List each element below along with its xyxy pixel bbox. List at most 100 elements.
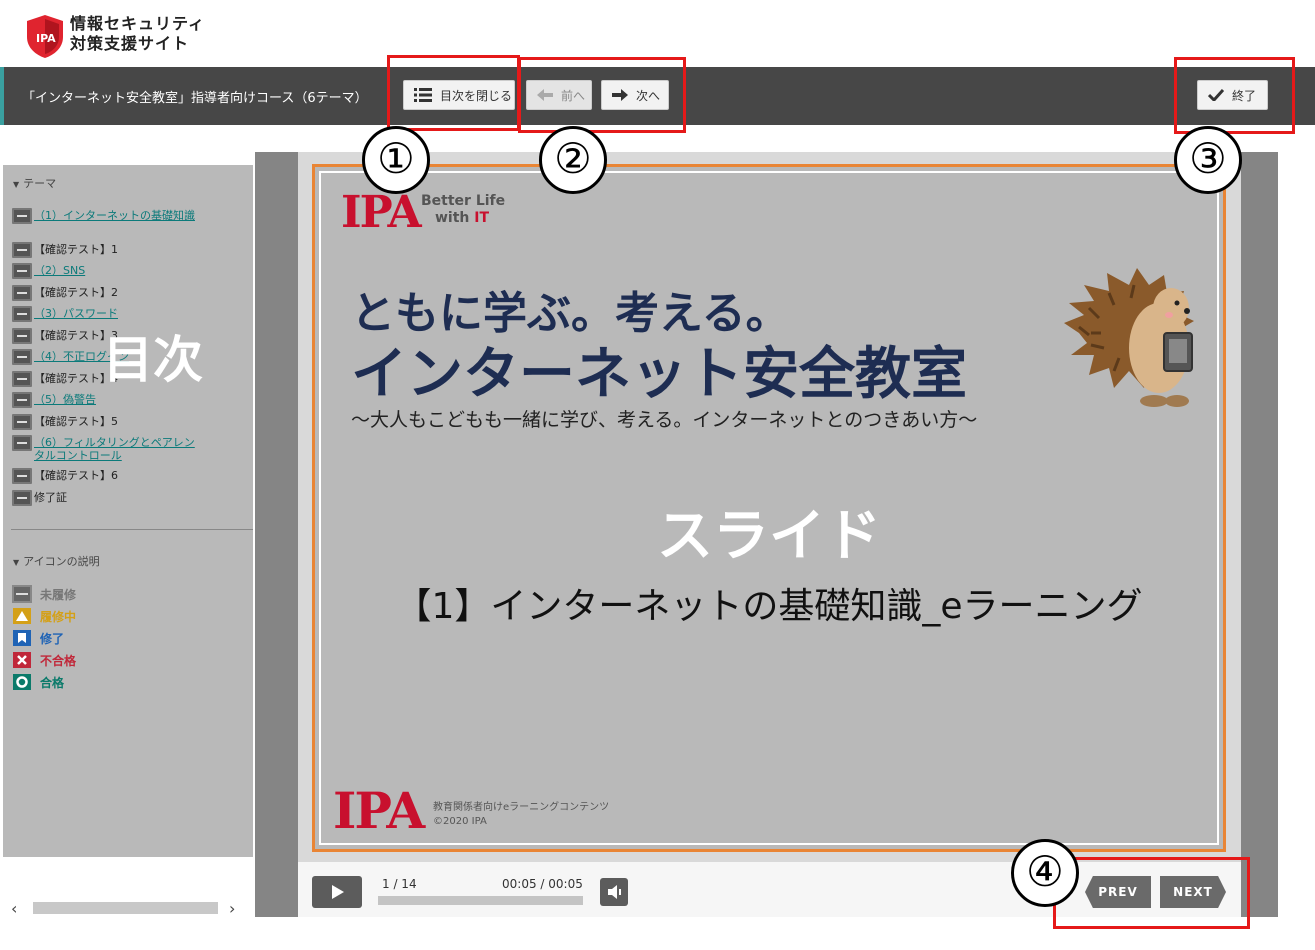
slide-player: IPA Better Life with IT ともに学ぶ。考える。 インターネ… xyxy=(255,152,1278,917)
toc-item-label[interactable]: （5）偽警告 xyxy=(34,393,96,406)
toggle-toc-label: 目次を閉じる xyxy=(440,88,513,103)
collapse-triangle-icon: ▼ xyxy=(13,558,20,567)
scrollbar-thumb[interactable] xyxy=(33,902,218,914)
annotation-callout-4: ④ xyxy=(1011,839,1079,907)
toggle-toc-button[interactable]: 目次を閉じる xyxy=(403,80,515,110)
not-started-icon xyxy=(12,392,32,408)
toc-item-label: 修了証 xyxy=(34,491,67,504)
site-title-line2: 対策支援サイト xyxy=(70,34,190,53)
collapse-triangle-icon: ▼ xyxy=(13,180,20,189)
completed-icon xyxy=(13,630,31,646)
slide-next-button[interactable]: NEXT xyxy=(1160,876,1226,908)
not-started-icon xyxy=(12,263,32,279)
toolbar-accent-bar xyxy=(0,67,4,125)
checkmark-icon xyxy=(1208,89,1224,101)
legend-completed: 修了 xyxy=(12,629,64,647)
toc-item-label[interactable]: （2）SNS xyxy=(34,264,85,277)
play-button[interactable] xyxy=(312,876,362,908)
failed-icon xyxy=(13,652,31,668)
sidebar-divider xyxy=(11,529,253,530)
legend-failed: 不合格 xyxy=(12,651,76,669)
not-started-icon xyxy=(12,328,32,344)
sidebar-horizontal-scrollbar[interactable]: ‹ › xyxy=(3,898,253,918)
slide-lesson-title: 【1】インターネットの基礎知識_eラーニング xyxy=(395,586,1143,627)
annotation-callout-1: ① xyxy=(362,126,430,194)
arrow-left-icon xyxy=(537,89,553,101)
toc-item-label: 【確認テスト】1 xyxy=(34,243,118,256)
list-icon xyxy=(414,88,432,102)
finish-label: 終了 xyxy=(1232,88,1257,103)
not-started-icon xyxy=(12,435,32,451)
arrow-right-icon xyxy=(612,89,628,101)
site-title-line1: 情報セキュリティ xyxy=(70,14,206,33)
slide-prev-button[interactable]: PREV xyxy=(1085,876,1151,908)
volume-button[interactable] xyxy=(600,878,628,906)
toc-sidebar: ▼ テーマ （1）インターネットの基礎知識 【確認テスト】1 （2）SNS 【確認… xyxy=(3,165,253,857)
slide-ipa-footer-logo: IPA xyxy=(333,781,425,840)
legend-in-progress: 履修中 xyxy=(12,607,76,625)
not-started-icon xyxy=(12,414,32,430)
finish-button[interactable]: 終了 xyxy=(1197,80,1268,110)
annotation-callout-2: ② xyxy=(539,126,607,194)
in-progress-icon xyxy=(13,608,31,624)
toc-item-label[interactable]: （3）パスワード xyxy=(34,307,118,320)
slide-inner-border: IPA Better Life with IT ともに学ぶ。考える。 インターネ… xyxy=(319,171,1219,845)
scroll-left-icon[interactable]: ‹ xyxy=(11,899,17,918)
toc-item-test-2[interactable]: 【確認テスト】2 xyxy=(12,285,202,301)
prev-chapter-button[interactable]: 前へ xyxy=(526,80,592,110)
toc-item-theme-2[interactable]: （2）SNS xyxy=(12,263,202,279)
slide-subtitle: ～大人もこどもも一緒に学び、考える。インターネットとのつきあい方～ xyxy=(351,409,978,431)
toc-item-label[interactable]: （6）フィルタリングとペアレンタルコントロール xyxy=(34,436,202,462)
not-started-icon xyxy=(12,208,32,224)
toc-item-certificate[interactable]: 修了証 xyxy=(12,490,202,506)
not-started-icon xyxy=(12,242,32,258)
next-chapter-button[interactable]: 次へ xyxy=(601,80,669,110)
time-display: 00:05 / 00:05 xyxy=(502,877,583,891)
scroll-right-icon[interactable]: › xyxy=(229,899,235,918)
progress-bar[interactable] xyxy=(378,896,583,905)
not-started-icon xyxy=(12,371,32,387)
slide-tagline: Better Life with IT xyxy=(421,193,506,226)
toc-item-theme-5[interactable]: （5）偽警告 xyxy=(12,392,202,408)
slide-overlay-label: スライド xyxy=(657,504,881,569)
legend-not-started: 未履修 xyxy=(12,585,76,603)
toc-item-label[interactable]: （1）インターネットの基礎知識 xyxy=(34,209,195,222)
slide-ipa-logo: IPA xyxy=(341,187,422,238)
not-started-icon xyxy=(12,349,32,365)
player-controls: 1 / 14 00:05 / 00:05 PREV NEXT xyxy=(298,862,1241,917)
course-title: 「インターネット安全教室」指導者向けコース（6テーマ） xyxy=(22,91,368,106)
legend-passed: 合格 xyxy=(12,673,64,691)
slide-counter: 1 / 14 xyxy=(382,877,417,891)
not-started-icon xyxy=(12,490,32,506)
site-header: IPA 情報セキュリティ 対策支援サイト xyxy=(0,0,1315,67)
slide-canvas[interactable]: IPA Better Life with IT ともに学ぶ。考える。 インターネ… xyxy=(298,152,1241,862)
site-title[interactable]: 情報セキュリティ 対策支援サイト xyxy=(70,14,205,54)
slide-footer-caption: 教育関係者向けeラーニングコンテンツ ©2020 IPA xyxy=(433,802,610,827)
toc-item-label: 【確認テスト】6 xyxy=(34,469,118,482)
toc-item-test-1[interactable]: 【確認テスト】1 xyxy=(12,242,202,258)
next-chapter-label: 次へ xyxy=(636,88,661,103)
toc-item-label: 【確認テスト】2 xyxy=(34,286,118,299)
theme-heading[interactable]: ▼ テーマ xyxy=(13,175,56,191)
toc-item-theme-1[interactable]: （1）インターネットの基礎知識 xyxy=(12,208,202,224)
slide-headline-line2: インターネット安全教室 xyxy=(351,342,967,407)
not-started-icon xyxy=(12,468,32,484)
toc-item-theme-6[interactable]: （6）フィルタリングとペアレンタルコントロール xyxy=(12,435,202,462)
toc-item-test-5[interactable]: 【確認テスト】5 xyxy=(12,414,202,430)
speaker-icon xyxy=(608,885,621,899)
toc-item-theme-3[interactable]: （3）パスワード xyxy=(12,306,202,322)
not-started-icon xyxy=(12,306,32,322)
slide-frame: IPA Better Life with IT ともに学ぶ。考える。 インターネ… xyxy=(312,164,1226,852)
annotation-callout-3: ③ xyxy=(1174,126,1242,194)
svg-text:IPA: IPA xyxy=(36,32,56,45)
not-started-icon xyxy=(12,285,32,301)
course-toolbar: 「インターネット安全教室」指導者向けコース（6テーマ） 目次を閉じる 前へ 次へ… xyxy=(0,67,1315,125)
toc-item-test-6[interactable]: 【確認テスト】6 xyxy=(12,468,202,484)
prev-chapter-label: 前へ xyxy=(561,88,586,103)
passed-icon xyxy=(13,674,31,690)
ipa-shield-logo[interactable]: IPA xyxy=(24,13,66,59)
toc-item-label: 【確認テスト】5 xyxy=(34,415,118,428)
toc-overlay-label: 目次 xyxy=(103,331,203,389)
not-started-icon xyxy=(12,585,32,603)
legend-heading[interactable]: ▼ アイコンの説明 xyxy=(13,553,100,569)
